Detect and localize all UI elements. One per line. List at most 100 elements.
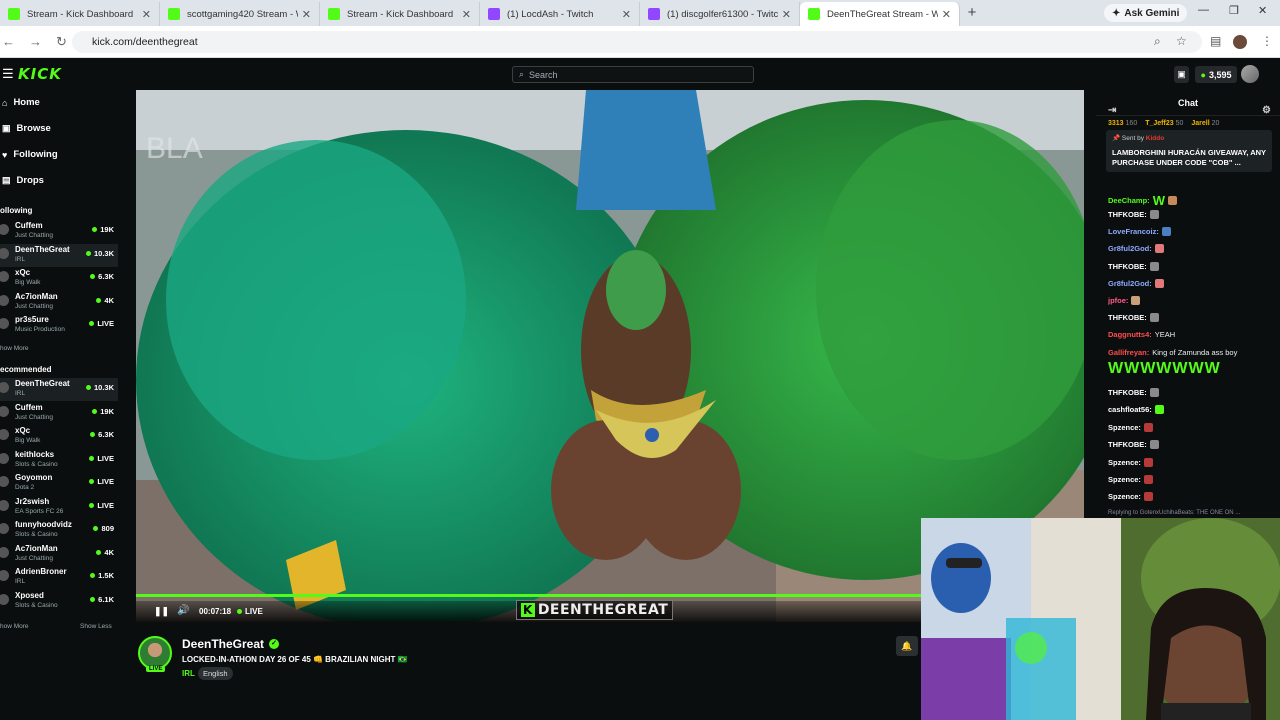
sidebar-channel-item[interactable]: keithlocks Slots & Casino LIVE	[0, 449, 118, 472]
gifter-entry[interactable]: 3313 160	[1108, 120, 1137, 127]
browser-tab[interactable]: (1) LocdAsh - Twitch ✕	[480, 2, 640, 26]
gifter-entry[interactable]: Jarell 20	[1191, 120, 1219, 127]
close-tab-icon[interactable]: ✕	[782, 8, 791, 21]
extensions-icon[interactable]: ▤	[1210, 34, 1221, 48]
chat-username[interactable]: Spzence:	[1108, 423, 1141, 432]
chat-username[interactable]: jpfoe:	[1108, 296, 1128, 305]
channel-viewers: LIVE	[89, 501, 114, 510]
emote-icon	[1143, 492, 1153, 501]
chat-username[interactable]: Gr8ful2God:	[1108, 279, 1152, 288]
close-tab-icon[interactable]: ✕	[302, 8, 311, 21]
chat-username[interactable]: THFKOBE:	[1108, 388, 1147, 397]
sidebar-channel-item[interactable]: Cuffem Just Chatting 19K	[0, 402, 118, 425]
channel-viewers: 6.1K	[90, 595, 114, 604]
volume-icon[interactable]: 🔊	[177, 605, 189, 616]
wallet-icon[interactable]: ▣	[1174, 66, 1189, 83]
close-tab-icon[interactable]: ✕	[142, 8, 151, 21]
channel-category: IRL	[15, 390, 26, 397]
close-tab-icon[interactable]: ✕	[942, 8, 951, 21]
sidebar-channel-item[interactable]: Ac7ionMan Just Chatting 4K	[0, 291, 118, 314]
pause-icon[interactable]: ❚❚	[154, 606, 169, 617]
search-input[interactable]: ⌕ Search	[512, 66, 754, 83]
chat-username[interactable]: Gr8ful2God:	[1108, 244, 1152, 253]
sidebar-channel-item[interactable]: Cuffem Just Chatting 19K	[0, 220, 118, 243]
forward-icon[interactable]: ←	[2, 34, 15, 49]
chat-settings-icon[interactable]: ⚙	[1262, 98, 1271, 124]
show-more-recommended[interactable]: how More	[0, 623, 29, 630]
ask-gemini-button[interactable]: ✦ Ask Gemini	[1104, 4, 1188, 22]
close-window-icon[interactable]: ✕	[1258, 4, 1267, 17]
sidebar-channel-item[interactable]: funnyhoodvidz Slots & Casino 809	[0, 519, 118, 542]
sidebar-channel-item[interactable]: AdrienBroner IRL 1.5K	[0, 566, 118, 589]
kick-k-icon: K	[521, 603, 535, 617]
new-tab-button[interactable]: +	[960, 2, 984, 26]
sidebar-channel-item[interactable]: xQc Big Walk 6.3K	[0, 425, 118, 448]
chat-username[interactable]: LoveFrancoiz:	[1108, 227, 1159, 236]
close-tab-icon[interactable]: ✕	[462, 8, 471, 21]
gifter-entry[interactable]: T_Jeff23 50	[1145, 120, 1183, 127]
pinned-message[interactable]: 📌 Sent by Kiddo LAMBORGHINI HURACÁN GIVEA…	[1106, 130, 1272, 172]
show-less-button[interactable]: Show Less	[80, 623, 112, 630]
chat-username[interactable]: THFKOBE:	[1108, 440, 1147, 449]
bookmark-star-icon[interactable]: ☆	[1176, 34, 1187, 48]
elapsed-time: 00:07:18	[199, 607, 232, 616]
following-section-title: ollowing	[0, 206, 33, 215]
sidebar-channel-item[interactable]: pr3s5ure Music Production LIVE	[0, 314, 118, 337]
reload-icon[interactable]: ↻	[56, 34, 67, 50]
browser-menu-icon[interactable]: ⋮	[1261, 34, 1273, 48]
chat-username[interactable]: Daggnutts4:	[1108, 330, 1152, 339]
category-link[interactable]: IRL	[182, 669, 195, 678]
sidebar-channel-item[interactable]: Ac7ionMan Just Chatting 4K	[0, 543, 118, 566]
sidebar-channel-item[interactable]: Goyomon Dota 2 LIVE	[0, 472, 118, 495]
sidebar-nav-drops[interactable]: ▤ Drops	[2, 175, 44, 186]
url-field[interactable]: kick.com/deenthegreat	[72, 31, 1202, 53]
sidebar-nav-browse[interactable]: ▣ Browse	[2, 123, 51, 134]
points-badge[interactable]: ● 3,595	[1195, 66, 1237, 83]
sidebar-channel-item[interactable]: xQc Big Walk 6.3K	[0, 267, 118, 290]
browser-tab[interactable]: Stream - Kick Dashboard ✕	[0, 2, 160, 26]
browser-tab[interactable]: Stream - Kick Dashboard ✕	[320, 2, 480, 26]
chat-username[interactable]: Gallifreyan:	[1108, 348, 1149, 357]
show-more-following[interactable]: how More	[0, 345, 29, 352]
emote-icon	[1143, 475, 1153, 484]
channel-viewers: 19K	[92, 407, 114, 416]
language-tag[interactable]: English	[198, 667, 233, 680]
sidebar-channel-item[interactable]: Xposed Slots & Casino 6.1K	[0, 590, 118, 613]
browser-tab[interactable]: (1) discgolfer61300 - Twitch ✕	[640, 2, 800, 26]
browser-tab[interactable]: DeenTheGreat Stream - Wa ✕	[800, 2, 960, 26]
browser-tab[interactable]: scottgaming420 Stream - Watc ✕	[160, 2, 320, 26]
streamer-name[interactable]: DeenTheGreat ✓	[182, 637, 280, 651]
gemini-icon: ✦	[1112, 7, 1121, 19]
back-icon[interactable]: →	[29, 34, 42, 49]
channel-name: Cuffem	[15, 402, 43, 412]
chat-username[interactable]: THFKOBE:	[1108, 210, 1147, 219]
channel-avatar	[0, 452, 9, 464]
streamer-avatar[interactable]	[138, 636, 172, 670]
restore-icon[interactable]: ❐	[1229, 4, 1239, 17]
svg-text:BLA: BLA	[146, 132, 203, 165]
user-avatar[interactable]	[1241, 65, 1259, 83]
chat-text: YEAH	[1154, 330, 1176, 339]
minimize-icon[interactable]: —	[1198, 4, 1209, 16]
kick-logo[interactable]: KICK	[18, 65, 62, 83]
chat-username[interactable]: Spzence:	[1108, 475, 1141, 484]
profile-avatar[interactable]	[1233, 35, 1247, 49]
chat-username[interactable]: THFKOBE:	[1108, 262, 1147, 271]
sidebar-nav-following[interactable]: ♥ Following	[2, 149, 58, 160]
progress-bar[interactable]	[136, 594, 921, 597]
close-tab-icon[interactable]: ✕	[622, 8, 631, 21]
chat-username[interactable]: THFKOBE:	[1108, 313, 1147, 322]
chat-username[interactable]: Spzence:	[1108, 492, 1141, 501]
sidebar-channel-item[interactable]: DeenTheGreat IRL 10.3K	[0, 243, 118, 267]
notification-bell-icon[interactable]: 🔔	[896, 636, 918, 656]
hamburger-menu-icon[interactable]: ☰	[2, 66, 14, 82]
channel-category: Just Chatting	[15, 232, 53, 239]
zoom-icon[interactable]: ⌕	[1154, 34, 1161, 49]
chat-username[interactable]: cashfloat56:	[1108, 405, 1152, 414]
chat-username[interactable]: Spzence:	[1108, 458, 1141, 467]
sidebar-nav-home[interactable]: ⌂ Home	[2, 97, 40, 108]
sidebar-channel-item[interactable]: Jr2swish EA Sports FC 26 LIVE	[0, 496, 118, 519]
chat-message: Spzence:	[1108, 492, 1153, 501]
chat-username[interactable]: DeeChamp:	[1108, 196, 1150, 205]
sidebar-channel-item[interactable]: DeenTheGreat IRL 10.3K	[0, 378, 118, 401]
